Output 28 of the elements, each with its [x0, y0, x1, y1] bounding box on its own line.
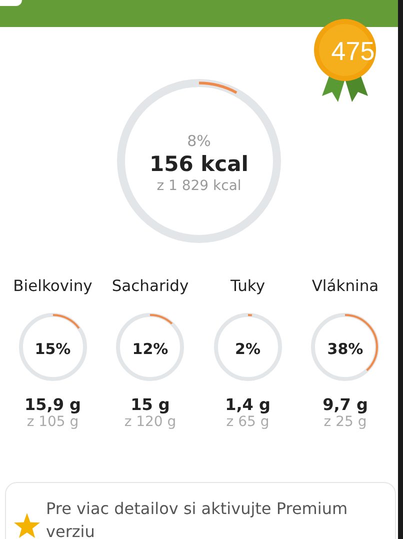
premium-text: Pre viac detailov si aktivujte Premium verziu	[46, 498, 349, 539]
nutrient-name: Sacharidy	[112, 277, 189, 295]
nutrient-percent: 15%	[34, 340, 71, 358]
nutrient-percent: 38%	[327, 340, 364, 358]
nutrient-percent: 12%	[132, 340, 168, 358]
nutrient-goal: z 65 g	[226, 414, 270, 430]
tab-corner	[0, 0, 22, 6]
nutrient-goal: z 120 g	[124, 414, 176, 430]
badge-count: 475	[330, 36, 376, 67]
nutrient-name: Bielkoviny	[13, 277, 92, 295]
nutrient-value: 9,7 g	[322, 395, 368, 414]
star-icon	[14, 513, 40, 538]
nutrient-percent: 2%	[235, 340, 260, 358]
premium-card[interactable]: Pre viac detailov si aktivujte Premium verziu	[5, 482, 396, 539]
calorie-percent: 8%	[187, 132, 211, 150]
nutrient-value: 1,4 g	[225, 395, 270, 414]
nutrient-value: 15,9 g	[24, 395, 81, 414]
nutrient-value: 15 g	[130, 395, 170, 414]
nutrient-name: Vláknina	[312, 277, 379, 295]
nutrient-ring	[214, 313, 282, 381]
nutrient-goal: z 25 g	[324, 414, 367, 430]
nutrient-ring	[18, 313, 87, 381]
calorie-goal: z 1 829 kcal	[156, 178, 242, 194]
nutrient-ring	[311, 313, 380, 381]
nutrient-name: Tuky	[230, 277, 266, 295]
nutrient-goal: z 105 g	[26, 414, 79, 430]
nutrient-ring	[116, 313, 184, 381]
calorie-value: 156 kcal	[150, 152, 248, 176]
